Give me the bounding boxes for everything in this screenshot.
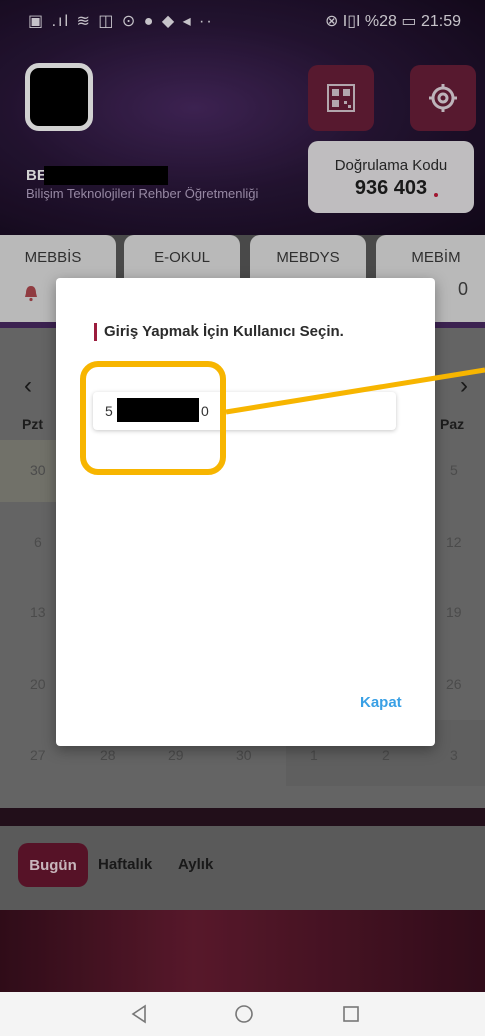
calendar-prev-button[interactable]: ‹ [24,372,32,400]
calendar-date: 28 [100,747,116,763]
home-circle-icon[interactable] [234,1004,254,1024]
calendar-date: 6 [34,534,42,550]
back-triangle-icon[interactable] [129,1004,149,1024]
status-right: ⊗ I▯I %28 ▭ 21:59 [324,13,461,30]
gear-icon [429,84,457,112]
bell-icon [25,286,37,302]
calendar-date: 19 [446,604,462,620]
today-button[interactable]: Bugün [18,843,88,887]
status-dot [434,193,438,197]
calendar-date: 29 [168,747,184,763]
title-accent [94,323,97,341]
calendar-date: 5 [450,462,458,478]
calendar-date: 13 [30,604,46,620]
calendar-date: 3 [450,747,458,763]
calendar-cell[interactable] [0,440,58,502]
verification-code-card[interactable]: Doğrulama Kodu 936 403 [308,141,474,213]
footer-decoration [0,910,485,992]
tab-label: MEBİM [411,249,461,266]
calendar-next-button[interactable]: › [460,372,468,400]
tab-label: MEBBİS [24,249,82,266]
name-redaction [44,166,168,185]
tab-label: E-OKUL [154,249,210,266]
close-button[interactable]: Kapat [360,694,402,711]
qr-button[interactable] [308,65,374,131]
calendar-date: 30 [30,462,46,478]
weekly-button[interactable]: Haftalık [98,856,152,873]
calendar-date: 30 [236,747,252,763]
monthly-button[interactable]: Aylık [178,856,213,873]
verification-code: 936 403 [354,177,428,199]
tab-count: 0 [458,279,469,299]
calendar-date: 20 [30,676,46,692]
annotation-highlight-box [80,361,226,475]
qr-code-icon [327,84,355,112]
avatar[interactable] [25,63,93,131]
calendar-date: 2 [382,747,390,763]
tab-label: MEBDYS [276,249,340,266]
day-header-sunday: Paz [440,416,465,432]
settings-button[interactable] [410,65,476,131]
verification-title: Doğrulama Kodu [334,157,448,174]
user-select-dialog: Giriş Yapmak İçin Kullanıcı Seçin. 5 0 K… [56,278,435,746]
day-header-monday: Pzt [22,416,43,432]
calendar-date: 27 [30,747,46,763]
calendar-date: 1 [310,747,318,763]
calendar-date: 26 [446,676,462,692]
dialog-title: Giriş Yapmak İçin Kullanıcı Seçin. [104,323,344,340]
calendar-date: 12 [446,534,462,550]
user-role: Bilişim Teknolojileri Rehber Öğretmenliğ… [26,186,259,201]
status-icons-left: ▣ .ıl ≋ ◫ ⊙ ● ◆ ◂ ·· [28,13,214,30]
decorative-band [0,808,485,826]
status-bar: ▣ .ıl ≋ ◫ ⊙ ● ◆ ◂ ·· ⊗ I▯I %28 ▭ 21:59 [0,0,485,40]
navigation-bar [0,992,485,1036]
recent-square-icon[interactable] [341,1004,361,1024]
